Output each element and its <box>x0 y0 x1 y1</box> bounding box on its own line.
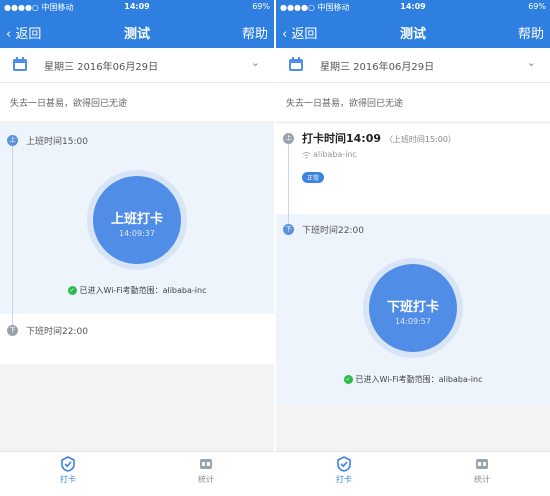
punch-in-button[interactable]: 上班打卡 14:09:37 <box>87 170 187 270</box>
punch-record: 打卡时间14:09 （上班时间15:00） <box>302 130 456 146</box>
punch-time-text: 打卡时间14:09 <box>302 132 382 145</box>
punch-icon <box>61 456 75 472</box>
tab-bar: 打卡 统计 <box>0 451 274 496</box>
date-selector[interactable]: 星期三 2016年06月29日 ⌄ <box>0 48 274 83</box>
status-bar: ●●●●○ 中国移动 14:09 69% <box>0 0 274 14</box>
end-dot-icon: 下 <box>283 224 294 235</box>
calendar-icon <box>13 57 27 71</box>
punch-icon <box>337 456 351 472</box>
status-badge: 正常 <box>302 172 325 183</box>
motto-text: 失去一日甚易，欲得回已无途 <box>10 99 128 109</box>
end-time-label: 下班时间22:00 <box>302 226 364 236</box>
wifi-status-text: 已进入Wi-Fi考勤范围：alibaba-inc <box>79 286 207 295</box>
nav-title: 测试 <box>123 27 150 42</box>
wifi-status: ✓ 已进入Wi-Fi考勤范围：alibaba-inc <box>0 285 274 296</box>
timeline-line <box>12 140 13 328</box>
tab-stats-label: 统计 <box>474 475 490 484</box>
help-button[interactable]: 帮助 <box>242 23 268 42</box>
status-bar: ●●●●○ 中国移动 14:09 69% <box>276 0 550 14</box>
date-selector[interactable]: 星期三 2016年06月29日 ⌄ <box>276 48 550 83</box>
nav-bar: ‹ 返回 测试 帮助 <box>276 14 550 48</box>
stats-icon <box>476 459 488 469</box>
check-icon: ✓ <box>67 286 77 295</box>
chevron-down-icon[interactable]: ⌄ <box>251 56 260 69</box>
nav-title: 测试 <box>399 27 426 42</box>
end-dot-icon: 下 <box>7 325 18 336</box>
punch-scheduled-text: （上班时间15:00） <box>384 135 456 144</box>
check-out-section <box>0 314 274 364</box>
end-time-label: 下班时间22:00 <box>26 327 88 337</box>
wifi-status-text: 已进入Wi-Fi考勤范围：alibaba-inc <box>355 375 483 384</box>
tab-stats-label: 统计 <box>198 475 214 484</box>
wifi-status: ✓ 已进入Wi-Fi考勤范围：alibaba-inc <box>276 374 550 385</box>
status-time: 14:09 <box>124 2 150 11</box>
punch-out-button[interactable]: 下班打卡 14:09:57 <box>363 258 463 358</box>
check-icon: ✓ <box>343 375 353 384</box>
start-dot-icon: 上 <box>7 135 18 146</box>
nav-bar: ‹ 返回 测试 帮助 <box>0 14 274 48</box>
battery-text: 69% <box>252 2 270 11</box>
tab-punch-label: 打卡 <box>60 475 76 484</box>
tab-punch-label: 打卡 <box>336 475 352 484</box>
punch-out-time: 14:09:57 <box>395 317 431 326</box>
stats-icon <box>200 459 212 469</box>
battery-text: 69% <box>528 2 546 11</box>
date-text: 星期三 2016年06月29日 <box>320 62 435 73</box>
start-dot-icon: 上 <box>283 133 294 144</box>
tab-punch[interactable]: 打卡 <box>38 456 98 485</box>
phone-screen-left: ●●●●○ 中国移动 14:09 69% ‹ 返回 测试 帮助 星期三 2016… <box>0 0 274 496</box>
motto-text: 失去一日甚易，欲得回已无途 <box>286 99 404 109</box>
calendar-icon <box>289 57 303 71</box>
chevron-down-icon[interactable]: ⌄ <box>527 56 536 69</box>
tab-stats[interactable]: 统计 <box>176 456 236 485</box>
motto-row: 失去一日甚易，欲得回已无途 <box>276 83 550 121</box>
phone-screen-right: ●●●●○ 中国移动 14:09 69% ‹ 返回 测试 帮助 星期三 2016… <box>276 0 550 496</box>
punch-out-title: 下班打卡 <box>386 300 439 315</box>
start-time-label: 上班时间15:00 <box>26 137 88 147</box>
punch-in-time: 14:09:37 <box>119 229 155 238</box>
wifi-icon <box>302 151 311 159</box>
timeline-line <box>288 140 289 230</box>
punch-in-title: 上班打卡 <box>110 212 163 227</box>
punch-location-text: alibaba-inc <box>313 150 357 159</box>
status-time: 14:09 <box>400 2 426 11</box>
help-button[interactable]: 帮助 <box>518 23 544 42</box>
motto-row: 失去一日甚易，欲得回已无途 <box>0 83 274 121</box>
tab-stats[interactable]: 统计 <box>452 456 512 485</box>
tab-bar: 打卡 统计 <box>276 451 550 496</box>
tab-punch[interactable]: 打卡 <box>314 456 374 485</box>
punch-location: alibaba-inc <box>302 150 357 159</box>
date-text: 星期三 2016年06月29日 <box>44 62 159 73</box>
